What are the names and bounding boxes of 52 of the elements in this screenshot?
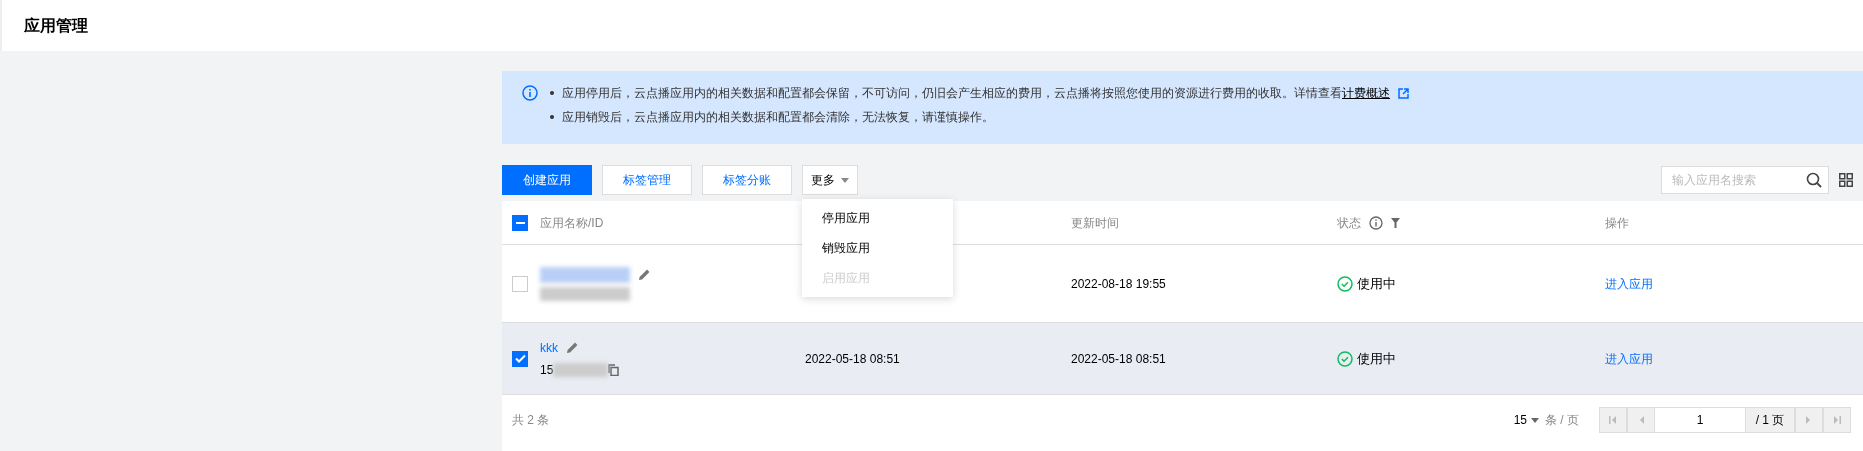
info-icon[interactable] [1369,215,1383,230]
column-header: 应用名称/ID [540,214,604,232]
last-page-icon [1833,416,1841,424]
check-circle-icon [1337,350,1353,367]
status-text: 使用中 [1357,349,1396,368]
check-circle-icon [1337,275,1353,292]
table-row[interactable]: kkk 15 2022-05-18 08:51 2022-05-18 08:51 使用中 进入应用 [502,323,1863,395]
next-page-icon [1805,416,1813,424]
column-header: 操作 [1605,215,1629,230]
enter-app-link[interactable]: 进入应用 [1605,276,1653,291]
updated-time: 2022-08-18 19:55 [1071,276,1166,291]
checkbox[interactable] [512,214,528,231]
filter-icon[interactable] [1391,217,1400,228]
enter-app-link[interactable]: 进入应用 [1605,351,1653,366]
total-count: 共 2 条 [512,412,550,429]
app-id: 15 [540,361,554,379]
caret-icon [1531,417,1539,423]
pencil-icon[interactable] [638,268,650,281]
pencil-icon[interactable] [566,341,578,354]
first-page-icon [1609,416,1617,424]
status-text: 使用中 [1357,274,1396,293]
created-time: 2022-05-18 08:51 [805,351,900,366]
toolbar-button[interactable]: 创建应用 [502,165,592,195]
info-icon [522,85,538,101]
search-input[interactable]: 输入应用名搜索 [1672,171,1806,189]
notice-text: 应用销毁后，云点播应用内的相关数据和配置都会清除，无法恢复，请谨慎操作。 [562,109,994,126]
toolbar-button[interactable]: 标签分账 [702,165,792,195]
external-link-icon[interactable] [1398,87,1409,99]
notice-link[interactable]: 计费概述 [1342,86,1390,100]
page-input[interactable]: 1 [1655,407,1745,433]
page-title: 应用管理 [24,15,88,36]
checkbox[interactable] [512,350,528,367]
column-header: 更新时间 [1071,215,1119,230]
blurred-id [553,362,609,377]
search-field[interactable]: 输入应用名搜索 [1661,166,1829,194]
per-page-label: 条 / 页 [1545,412,1579,429]
search-icon[interactable] [1806,172,1822,188]
caret-icon [841,177,849,183]
updated-time: 2022-05-18 08:51 [1071,351,1166,366]
bullet-icon [550,115,554,119]
grid-icon[interactable] [1839,173,1853,187]
page-count: / 1 页 [1745,407,1795,433]
page-size-select[interactable]: 15 [1513,411,1539,429]
bullet-icon [550,91,554,95]
menu-item[interactable]: 停用应用 [802,203,953,233]
copy-icon[interactable] [608,363,620,376]
column-header: 状态 [1337,214,1361,232]
toolbar-button[interactable]: 标签管理 [602,165,692,195]
toolbar-button[interactable]: 更多 [802,165,858,195]
app-name-link[interactable]: kkk [540,338,558,357]
checkbox[interactable] [512,275,528,292]
notice-text: 应用停用后，云点播应用内的相关数据和配置都会保留，不可访问，仍旧会产生相应的费用，云点播将按照您使用的资源进行费用的收取。详情查看计费概述 [562,85,1390,102]
